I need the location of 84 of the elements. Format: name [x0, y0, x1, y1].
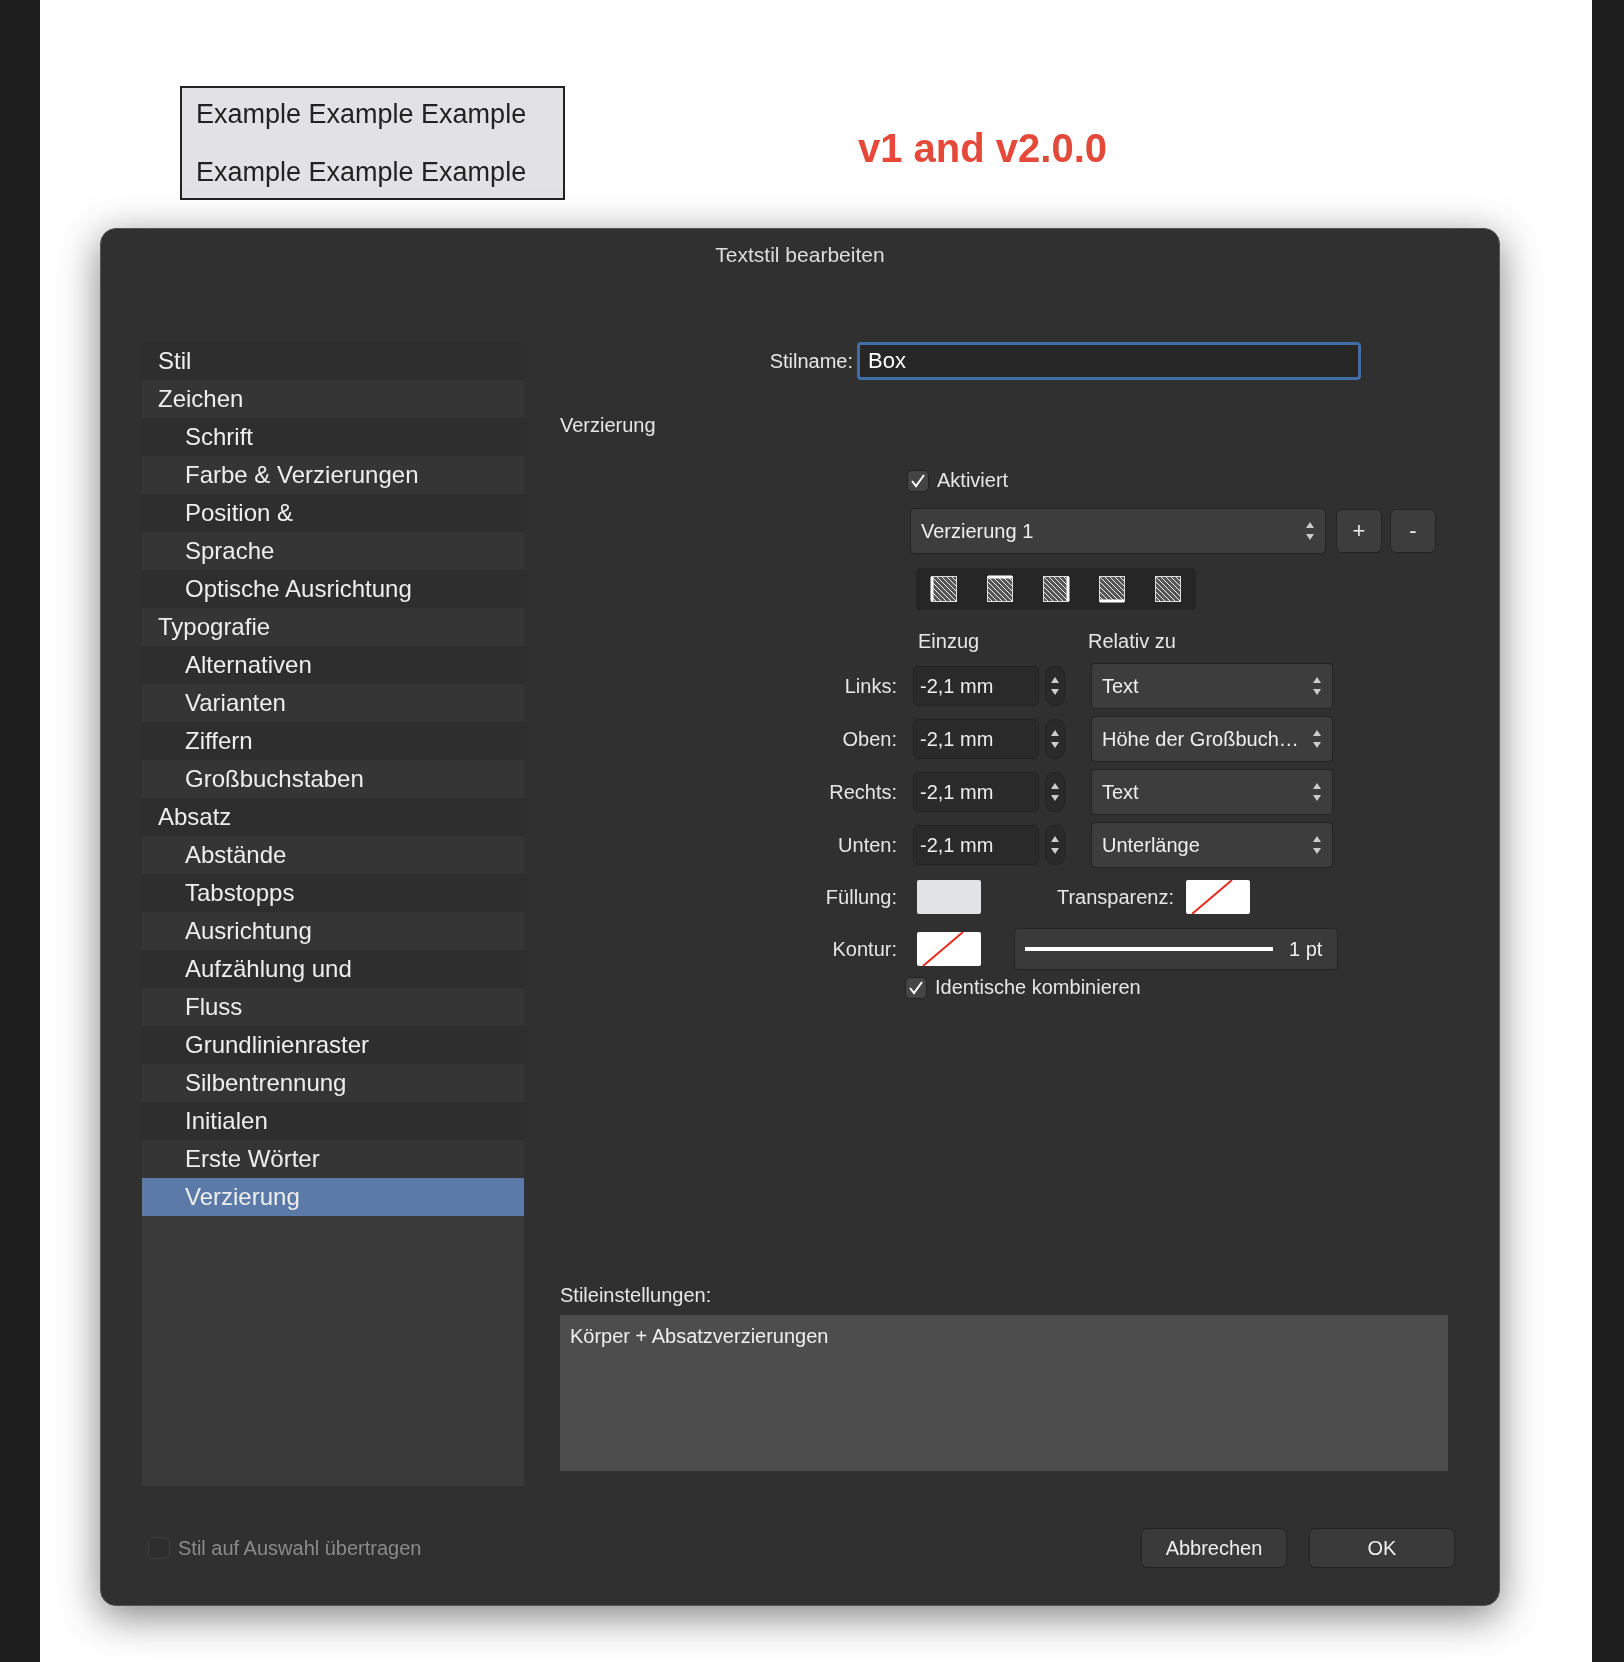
check-icon [908, 979, 924, 996]
enabled-label: Aktiviert [937, 469, 1009, 492]
indent-field[interactable]: -2,1 mm [913, 666, 1039, 706]
add-button[interactable]: + [1336, 509, 1382, 553]
hatched-square-icon[interactable] [1042, 575, 1070, 603]
cancel-button[interactable]: Abbrechen [1141, 1528, 1287, 1568]
sidebar-item[interactable]: Schrift [142, 418, 524, 456]
apply-label: Stil auf Auswahl übertragen [178, 1536, 422, 1560]
stepper[interactable] [1045, 825, 1065, 865]
hatched-square-icon[interactable] [986, 575, 1014, 603]
sidebar-item[interactable]: Tabstopps [142, 874, 524, 912]
up-down-arrows-icon [1312, 781, 1322, 803]
remove-button[interactable]: - [1390, 509, 1436, 553]
stroke-preview-icon [1025, 946, 1273, 952]
indent-label: Unten: [837, 833, 897, 857]
stroke-label: Kontur: [831, 937, 897, 961]
style-settings-text: Körper + Absatzverzierungen [560, 1315, 1448, 1471]
indent-label: Rechts: [828, 780, 897, 804]
style-settings-label: Stileinstellungen: [560, 1284, 712, 1307]
sidebar-item[interactable]: Varianten [142, 684, 524, 722]
sidebar-item[interactable]: Erste Wörter [142, 1140, 524, 1178]
relative-select[interactable]: Unterlänge [1091, 822, 1333, 868]
sidebar-item[interactable]: Ziffern [142, 722, 524, 760]
up-down-arrows-icon [1312, 675, 1322, 697]
example-text: Example Example Example [196, 156, 528, 189]
style-name-field[interactable]: Box [857, 342, 1361, 380]
stroke-width-control[interactable]: 1 pt [1014, 928, 1338, 970]
sidebar-item[interactable]: Zeichen [142, 380, 524, 418]
sidebar-item[interactable]: Großbuchstaben [142, 760, 524, 798]
indent-field[interactable]: -2,1 mm [913, 719, 1039, 759]
up-down-arrows-icon [1050, 781, 1060, 803]
check-icon [910, 472, 926, 489]
version-note: v1 and v2.0.0 [858, 125, 1108, 171]
indent-label: Links: [843, 674, 897, 698]
sidebar-item[interactable]: Grundlinienraster [142, 1026, 524, 1064]
sidebar-item[interactable]: Optische Ausrichtung [142, 570, 524, 608]
dialog-title: Textstil bearbeiten [715, 243, 885, 266]
combine-checkbox[interactable] [905, 976, 927, 999]
indent-header: Einzug [918, 630, 981, 653]
sidebar-item[interactable]: Sprache [142, 532, 524, 570]
relative-select[interactable]: Höhe der Großbuch… [1091, 716, 1333, 762]
up-down-arrows-icon [1050, 834, 1060, 856]
fill-label: Füllung: [824, 885, 897, 909]
combine-label: Identische kombinieren [935, 976, 1141, 999]
example-text: Example Example Example [196, 98, 528, 131]
hatched-square-icon[interactable] [1154, 575, 1182, 603]
sidebar-item[interactable]: Fluss [142, 988, 524, 1026]
relative-select[interactable]: Text [1091, 769, 1333, 815]
stepper[interactable] [1045, 772, 1065, 812]
decoration-select[interactable]: Verzierung 1 [910, 508, 1326, 554]
indent-field[interactable]: -2,1 mm [913, 772, 1039, 812]
sidebar-item[interactable]: Silbentrennung [142, 1064, 524, 1102]
relative-header: Relativ zu [1088, 630, 1176, 653]
indent-field[interactable]: -2,1 mm [913, 825, 1039, 865]
sidebar-item[interactable]: Alternativen [142, 646, 524, 684]
up-down-arrows-icon [1050, 728, 1060, 750]
transparency-swatch[interactable] [1186, 880, 1250, 914]
sidebar-item[interactable]: Abstände [142, 836, 524, 874]
sidebar-item[interactable]: Farbe & Verzierungen [142, 456, 524, 494]
fill-swatch[interactable] [917, 880, 981, 914]
hatched-square-icon[interactable] [930, 575, 958, 603]
up-down-arrows-icon [1312, 728, 1322, 750]
sidebar-item[interactable]: Typografie [142, 608, 524, 646]
stepper[interactable] [1045, 719, 1065, 759]
sidebar-item[interactable]: Initialen [142, 1102, 524, 1140]
stepper[interactable] [1045, 666, 1065, 706]
transparency-label: Transparenz: [1055, 885, 1174, 909]
relative-select[interactable]: Text [1091, 663, 1333, 709]
sidebar-item[interactable]: Absatz [142, 798, 524, 836]
sidebar-item[interactable]: Position & [142, 494, 524, 532]
ok-button[interactable]: OK [1309, 1528, 1455, 1568]
style-name-label: Stilname: [768, 349, 853, 373]
up-down-arrows-icon [1312, 834, 1322, 856]
section-title: Verzierung [560, 414, 656, 437]
up-down-arrows-icon [1305, 520, 1315, 542]
stroke-swatch[interactable] [917, 932, 981, 966]
enabled-checkbox[interactable] [907, 469, 929, 492]
sidebar-item[interactable]: Verzierung [142, 1178, 524, 1216]
up-down-arrows-icon [1050, 675, 1060, 697]
indent-label: Oben: [841, 727, 897, 751]
sidebar-item[interactable]: Ausrichtung [142, 912, 524, 950]
sidebar-item[interactable]: Stil [142, 342, 524, 380]
hatched-square-icon[interactable] [1098, 575, 1126, 603]
sidebar-item[interactable]: Aufzählung und [142, 950, 524, 988]
